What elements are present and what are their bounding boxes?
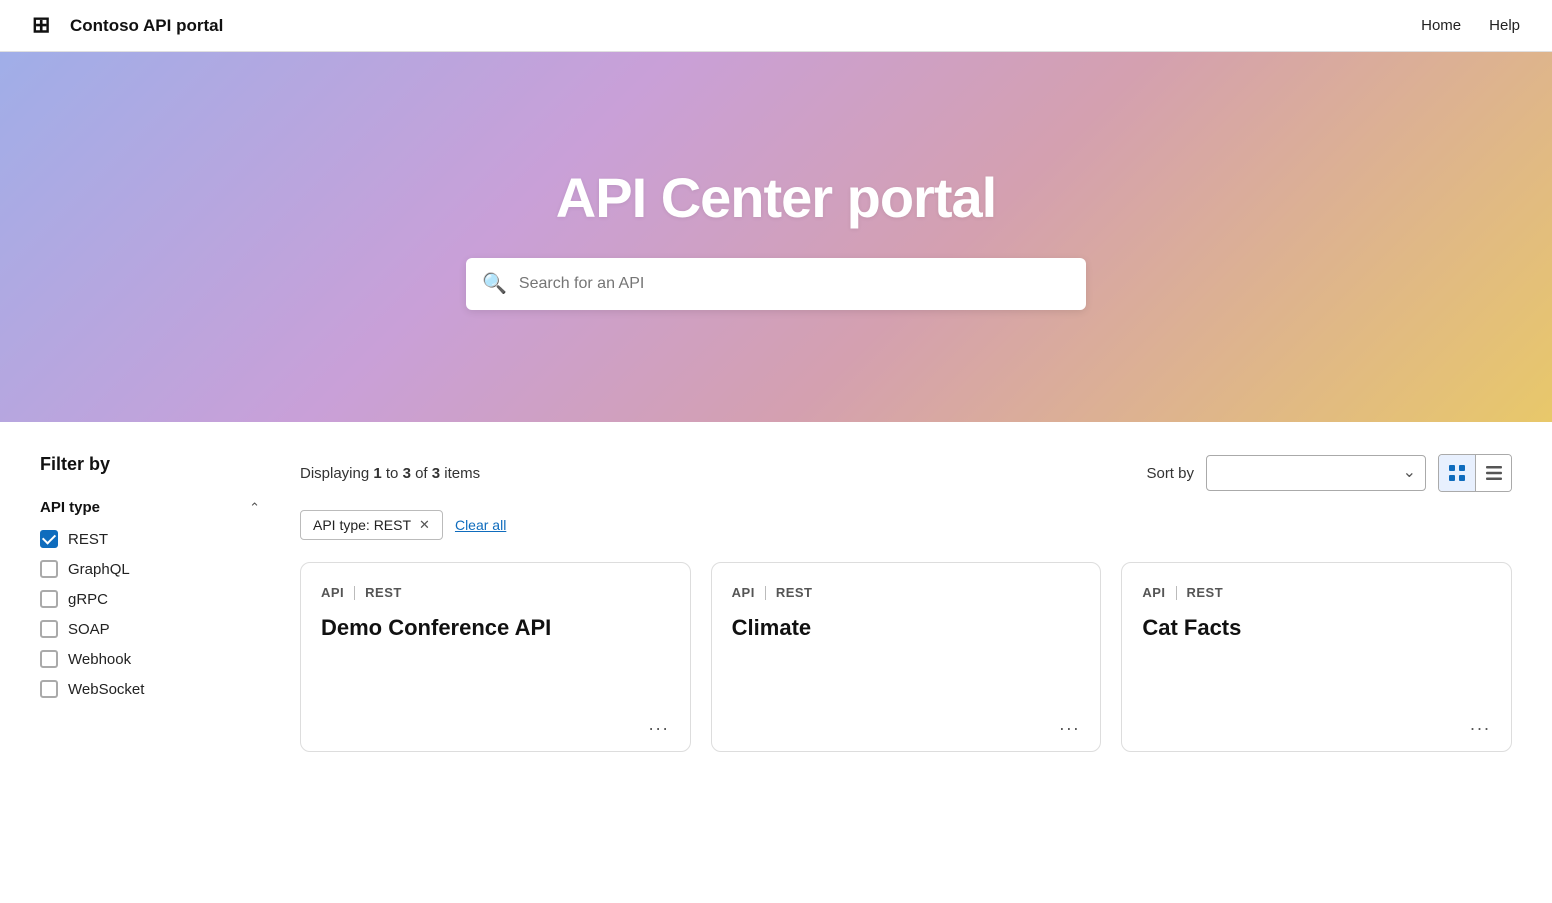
display-from: 1 xyxy=(373,465,381,482)
api-card-meta-divider-0 xyxy=(354,586,355,600)
api-card-title-0: Demo Conference API xyxy=(321,614,670,706)
filter-label-soap: SOAP xyxy=(68,621,110,638)
view-toggle xyxy=(1438,454,1512,492)
filter-options-list: REST GraphQL gRPC SOAP Webhook xyxy=(40,530,260,698)
sidebar-filter: Filter by API type ⌃ REST GraphQL gRPC xyxy=(40,454,260,752)
filter-label-grpc: gRPC xyxy=(68,591,108,608)
filter-option-websocket[interactable]: WebSocket xyxy=(40,680,260,698)
display-of-label: of xyxy=(415,465,432,482)
sort-controls: Sort by xyxy=(1146,454,1512,492)
api-card-meta-right-2: REST xyxy=(1187,585,1224,600)
api-card-title-1: Climate xyxy=(732,614,1081,706)
search-box: 🔍 xyxy=(466,258,1086,310)
filter-label-webhook: Webhook xyxy=(68,651,131,668)
search-icon: 🔍 xyxy=(482,271,507,296)
display-to: 3 xyxy=(403,465,411,482)
api-type-section-header: API type ⌃ xyxy=(40,499,260,516)
api-type-section-title: API type xyxy=(40,499,100,516)
list-view-button[interactable] xyxy=(1475,455,1511,491)
api-card-meta-divider-1 xyxy=(765,586,766,600)
api-card-meta-left-2: API xyxy=(1142,585,1165,600)
checkbox-soap[interactable] xyxy=(40,620,58,638)
api-cards-grid: API REST Demo Conference API ... API RES… xyxy=(300,562,1512,752)
hero-banner: API Center portal 🔍 xyxy=(0,52,1552,422)
filter-label-graphql: GraphQL xyxy=(68,561,130,578)
api-card-meta-left-0: API xyxy=(321,585,344,600)
filter-label-rest: REST xyxy=(68,531,108,548)
filter-option-webhook[interactable]: Webhook xyxy=(40,650,260,668)
checkbox-websocket[interactable] xyxy=(40,680,58,698)
nav-home-link[interactable]: Home xyxy=(1421,17,1461,34)
grid-view-button[interactable] xyxy=(1439,455,1475,491)
content-area: Displaying 1 to 3 of 3 items Sort by xyxy=(300,454,1512,752)
sort-select[interactable] xyxy=(1206,455,1426,491)
api-card-meta-left-1: API xyxy=(732,585,755,600)
brand-name: Contoso API portal xyxy=(70,16,223,36)
api-card-title-2: Cat Facts xyxy=(1142,614,1491,706)
main-content: Filter by API type ⌃ REST GraphQL gRPC xyxy=(0,422,1552,784)
display-prefix: Displaying xyxy=(300,465,373,482)
filter-option-graphql[interactable]: GraphQL xyxy=(40,560,260,578)
filter-by-label: Filter by xyxy=(40,454,260,475)
api-card-1[interactable]: API REST Climate ... xyxy=(711,562,1102,752)
sort-select-wrap xyxy=(1206,455,1426,491)
filter-tag-label: API type: REST xyxy=(313,517,411,533)
checkbox-grpc[interactable] xyxy=(40,590,58,608)
nav-help-link[interactable]: Help xyxy=(1489,17,1520,34)
checkbox-graphql[interactable] xyxy=(40,560,58,578)
api-card-more-0[interactable]: ... xyxy=(649,714,670,735)
brand: ⊞ Contoso API portal xyxy=(32,12,223,40)
api-card-meta-right-0: REST xyxy=(365,585,402,600)
filter-tag-close-icon[interactable]: ✕ xyxy=(419,517,430,533)
active-filters: API type: REST ✕ Clear all xyxy=(300,510,1512,540)
top-nav: ⊞ Contoso API portal Home Help xyxy=(0,0,1552,52)
api-card-0[interactable]: API REST Demo Conference API ... xyxy=(300,562,691,752)
display-total: 3 xyxy=(432,465,440,482)
display-to-label: to xyxy=(386,465,403,482)
chevron-up-icon[interactable]: ⌃ xyxy=(249,500,260,516)
api-card-more-1[interactable]: ... xyxy=(1059,714,1080,735)
filter-option-grpc[interactable]: gRPC xyxy=(40,590,260,608)
filter-tag-rest: API type: REST ✕ xyxy=(300,510,443,540)
filter-option-soap[interactable]: SOAP xyxy=(40,620,260,638)
filter-option-rest[interactable]: REST xyxy=(40,530,260,548)
nav-links: Home Help xyxy=(1421,17,1520,34)
brand-icon: ⊞ xyxy=(32,12,60,40)
api-card-meta-right-1: REST xyxy=(776,585,813,600)
clear-all-button[interactable]: Clear all xyxy=(455,517,506,533)
display-count: Displaying 1 to 3 of 3 items xyxy=(300,465,480,482)
filter-label-websocket: WebSocket xyxy=(68,681,144,698)
sort-label: Sort by xyxy=(1146,465,1194,482)
api-card-meta-0: API REST xyxy=(321,585,670,600)
hero-title: API Center portal xyxy=(556,165,996,230)
api-card-2[interactable]: API REST Cat Facts ... xyxy=(1121,562,1512,752)
checkbox-rest[interactable] xyxy=(40,530,58,548)
api-card-meta-1: API REST xyxy=(732,585,1081,600)
search-input[interactable] xyxy=(519,275,1070,293)
display-suffix: items xyxy=(444,465,480,482)
api-card-meta-divider-2 xyxy=(1176,586,1177,600)
content-toolbar: Displaying 1 to 3 of 3 items Sort by xyxy=(300,454,1512,492)
api-card-meta-2: API REST xyxy=(1142,585,1491,600)
api-card-more-2[interactable]: ... xyxy=(1470,714,1491,735)
checkbox-webhook[interactable] xyxy=(40,650,58,668)
